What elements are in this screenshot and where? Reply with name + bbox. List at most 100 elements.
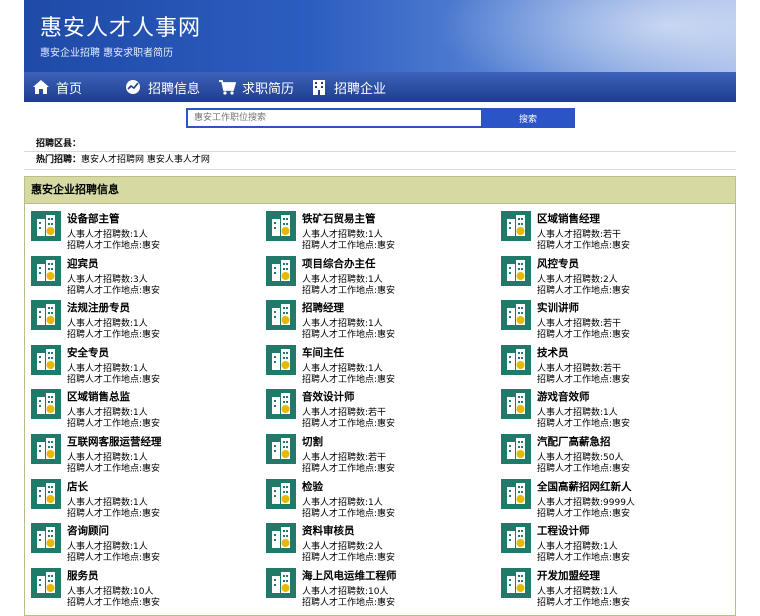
building-icon xyxy=(313,80,325,95)
nav-item-home[interactable]: 首页 xyxy=(32,72,82,102)
company-icon xyxy=(31,344,61,375)
job-title[interactable]: 招聘经理 xyxy=(302,300,344,315)
company-icon xyxy=(31,300,61,331)
job-title[interactable]: 工程设计师 xyxy=(537,523,590,538)
job-title[interactable]: 检验 xyxy=(302,479,323,494)
company-icon xyxy=(501,389,531,420)
site-title[interactable]: 惠安人才人事网 xyxy=(40,10,201,42)
job-location: 招聘人才工作地点:惠安 xyxy=(537,374,631,385)
job-card[interactable]: 项目综合办主任 人事人才招聘数:1人 招聘人才工作地点:惠安 xyxy=(260,255,490,300)
job-card[interactable]: 开发加盟经理 人事人才招聘数:1人 招聘人才工作地点:惠安 xyxy=(495,567,725,612)
job-title[interactable]: 切割 xyxy=(302,434,323,449)
job-title[interactable]: 铁矿石贸易主管 xyxy=(302,211,376,226)
job-card[interactable]: 检验 人事人才招聘数:1人 招聘人才工作地点:惠安 xyxy=(260,478,490,523)
company-icon xyxy=(266,523,296,554)
job-title[interactable]: 设备部主管 xyxy=(67,211,120,226)
job-location: 招聘人才工作地点:惠安 xyxy=(302,464,396,474)
search-input[interactable] xyxy=(186,108,481,128)
job-card[interactable]: 资料审核员 人事人才招聘数:2人 招聘人才工作地点:惠安 xyxy=(260,523,490,567)
site-subtitle: 惠安企业招聘 惠安求职者简历 xyxy=(40,48,174,59)
job-card[interactable]: 全国高薪招网红新人 人事人才招聘数:9999人 招聘人才工作地点:惠安 xyxy=(495,478,725,523)
job-location: 招聘人才工作地点:惠安 xyxy=(537,285,631,296)
job-card[interactable]: 车间主任 人事人才招聘数:1人 招聘人才工作地点:惠安 xyxy=(260,344,490,389)
job-card[interactable]: 音效设计师 人事人才招聘数:若干 招聘人才工作地点:惠安 xyxy=(260,389,490,433)
job-location: 招聘人才工作地点:惠安 xyxy=(67,374,161,385)
job-location: 招聘人才工作地点:惠安 xyxy=(67,597,161,608)
job-location: 招聘人才工作地点:惠安 xyxy=(537,419,631,430)
home-icon xyxy=(33,80,49,94)
company-icon xyxy=(266,300,296,331)
company-icon xyxy=(501,344,531,375)
job-title[interactable]: 店长 xyxy=(67,479,88,494)
job-title[interactable]: 咨询顾问 xyxy=(67,523,109,538)
job-card[interactable]: 设备部主管 人事人才招聘数:1人 招聘人才工作地点:惠安 xyxy=(25,211,255,255)
job-card[interactable]: 技术员 人事人才招聘数:若干 招聘人才工作地点:惠安 xyxy=(495,344,725,389)
job-location: 招聘人才工作地点:惠安 xyxy=(67,553,161,564)
job-title[interactable]: 项目综合办主任 xyxy=(302,256,376,271)
job-title[interactable]: 法规注册专员 xyxy=(67,300,130,315)
nav-label: 招聘企业 xyxy=(334,81,387,97)
job-card[interactable]: 风控专员 人事人才招聘数:2人 招聘人才工作地点:惠安 xyxy=(495,255,725,300)
company-icon xyxy=(31,211,61,241)
job-title[interactable]: 资料审核员 xyxy=(302,523,355,538)
job-title[interactable]: 游戏音效师 xyxy=(537,389,590,404)
job-card[interactable]: 安全专员 人事人才招聘数:1人 招聘人才工作地点:惠安 xyxy=(25,344,255,389)
job-title[interactable]: 区域销售总监 xyxy=(67,389,130,404)
job-location: 招聘人才工作地点:惠安 xyxy=(302,285,396,296)
company-icon xyxy=(501,567,531,598)
company-icon xyxy=(266,389,296,420)
hot-link[interactable]: 惠安人才招聘网 xyxy=(81,155,144,165)
company-icon xyxy=(501,434,531,464)
job-title[interactable]: 互联网客服运营经理 xyxy=(67,434,162,449)
company-icon xyxy=(266,344,296,375)
company-icon xyxy=(266,434,296,464)
nav-label: 求职简历 xyxy=(242,81,295,97)
job-title[interactable]: 风控专员 xyxy=(537,256,579,271)
job-location: 招聘人才工作地点:惠安 xyxy=(67,241,161,251)
job-title[interactable]: 技术员 xyxy=(537,345,569,360)
job-title[interactable]: 海上风电运维工程师 xyxy=(302,568,397,583)
job-title[interactable]: 全国高薪招网红新人 xyxy=(537,479,632,494)
job-card[interactable]: 咨询顾问 人事人才招聘数:1人 招聘人才工作地点:惠安 xyxy=(25,523,255,567)
job-location: 招聘人才工作地点:惠安 xyxy=(67,508,161,519)
job-card[interactable]: 互联网客服运营经理 人事人才招聘数:1人 招聘人才工作地点:惠安 xyxy=(25,434,255,478)
job-card[interactable]: 海上风电运维工程师 人事人才招聘数:10人 招聘人才工作地点:惠安 xyxy=(260,567,490,612)
nav-item-companies[interactable]: 招聘企业 xyxy=(310,72,386,102)
hot-link[interactable]: 惠安人事人才网 xyxy=(147,155,210,165)
job-title[interactable]: 车间主任 xyxy=(302,345,344,360)
job-location: 招聘人才工作地点:惠安 xyxy=(537,508,631,519)
job-location: 招聘人才工作地点:惠安 xyxy=(302,241,396,251)
search-button[interactable]: 搜索 xyxy=(481,108,575,128)
job-title[interactable]: 区域销售经理 xyxy=(537,211,600,226)
job-title[interactable]: 音效设计师 xyxy=(302,389,355,404)
job-card[interactable]: 实训讲师 人事人才招聘数:若干 招聘人才工作地点:惠安 xyxy=(495,300,725,344)
job-card[interactable]: 游戏音效师 人事人才招聘数:1人 招聘人才工作地点:惠安 xyxy=(495,389,725,433)
job-card[interactable]: 服务员 人事人才招聘数:10人 招聘人才工作地点:惠安 xyxy=(25,567,255,612)
job-card[interactable]: 铁矿石贸易主管 人事人才招聘数:1人 招聘人才工作地点:惠安 xyxy=(260,211,490,255)
job-card[interactable]: 切割 人事人才招聘数:若干 招聘人才工作地点:惠安 xyxy=(260,434,490,478)
nav-item-resumes[interactable]: 求职简历 xyxy=(218,72,294,102)
job-title[interactable]: 安全专员 xyxy=(67,345,109,360)
job-card[interactable]: 区域销售总监 人事人才招聘数:1人 招聘人才工作地点:惠安 xyxy=(25,389,255,433)
site-header: 惠安人才人事网 惠安企业招聘 惠安求职者简历 xyxy=(24,0,736,72)
job-card[interactable]: 迎宾员 人事人才招聘数:3人 招聘人才工作地点:惠安 xyxy=(25,255,255,300)
job-title[interactable]: 汽配厂高薪急招 xyxy=(537,434,611,449)
job-title[interactable]: 实训讲师 xyxy=(537,300,579,315)
job-title[interactable]: 服务员 xyxy=(67,568,99,583)
cart-icon xyxy=(219,80,236,95)
job-card[interactable]: 招聘经理 人事人才招聘数:1人 招聘人才工作地点:惠安 xyxy=(260,300,490,344)
panel-title: 惠安企业招聘信息 xyxy=(25,177,735,204)
hot-jobs-bar: 热门招聘：惠安人才招聘网 惠安人事人才网 xyxy=(24,151,736,170)
job-card[interactable]: 汽配厂高薪急招 人事人才招聘数:50人 招聘人才工作地点:惠安 xyxy=(495,434,725,478)
company-icon xyxy=(266,211,296,241)
job-card[interactable]: 法规注册专员 人事人才招聘数:1人 招聘人才工作地点:惠安 xyxy=(25,300,255,344)
job-card[interactable]: 区域销售经理 人事人才招聘数:若干 招聘人才工作地点:惠安 xyxy=(495,211,725,255)
nav-item-jobs[interactable]: 招聘信息 xyxy=(124,72,200,102)
job-location: 招聘人才工作地点:惠安 xyxy=(302,508,396,519)
job-card[interactable]: 工程设计师 人事人才招聘数:1人 招聘人才工作地点:惠安 xyxy=(495,523,725,567)
job-title[interactable]: 开发加盟经理 xyxy=(537,568,600,583)
job-listing-panel: 惠安企业招聘信息 设备部主管 人事人才招聘数:1人 招聘人才工作地点:惠安 铁矿石贸易… xyxy=(24,176,736,616)
district-filter-label: 招聘区县： xyxy=(36,139,82,149)
job-card[interactable]: 店长 人事人才招聘数:1人 招聘人才工作地点:惠安 xyxy=(25,478,255,523)
job-title[interactable]: 迎宾员 xyxy=(67,256,99,271)
